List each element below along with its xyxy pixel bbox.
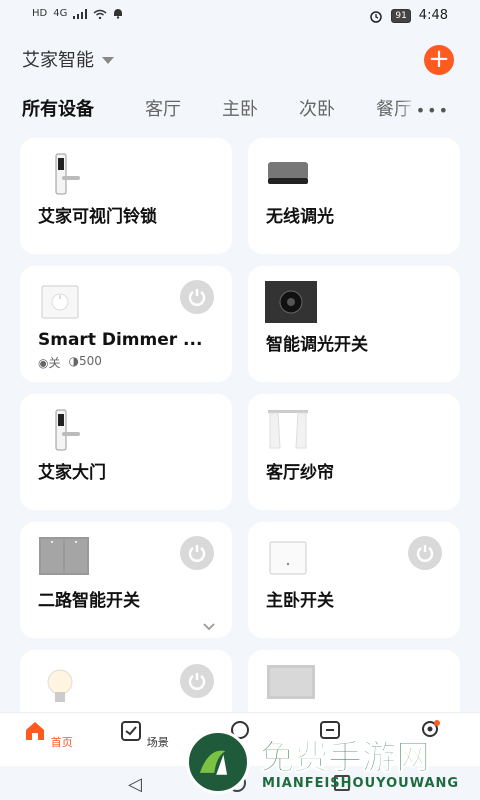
tab-scene-label: 场景 [146, 736, 169, 749]
device-name: 二路智能开关 [38, 591, 140, 611]
tab-second-bedroom[interactable]: 次卧 [299, 95, 335, 121]
status-bar: HD 4G 91 4:48 [0, 0, 480, 32]
dimmer-knob-icon [268, 162, 308, 184]
device-card[interactable]: 客厅纱帘 [248, 394, 460, 510]
device-name: Smart Dimmer ... [38, 330, 203, 350]
power-icon [188, 545, 206, 562]
chevron-down-icon[interactable] [202, 622, 216, 632]
bell-icon [114, 9, 123, 19]
device-card[interactable] [20, 650, 232, 712]
status-switch: ◉关 [38, 356, 61, 370]
power-icon [416, 545, 434, 562]
device-card[interactable]: Smart Dimmer ... ◉关 ◑500 [20, 266, 232, 382]
alarm-icon [370, 10, 383, 23]
device-grid: 艾家可视门铃锁 无线调光 Smart Dimmer ... ◉关 ◑500 智能… [0, 130, 480, 712]
curtain-icon [268, 410, 308, 449]
device-card[interactable]: 主卧开关 [248, 522, 460, 638]
status-brightness: ◑500 [68, 354, 102, 368]
clock: 4:48 [418, 8, 448, 23]
device-card[interactable]: 艾家可视门铃锁 [20, 138, 232, 254]
device-status: ◉关 ◑500 [38, 354, 102, 371]
tab-scene[interactable]: 场景 [114, 719, 174, 750]
device-card[interactable]: 无线调光 [248, 138, 460, 254]
more-tabs-button[interactable]: ••• [399, 101, 450, 120]
home-icon [26, 722, 45, 740]
tab-all-devices[interactable]: 所有设备 [22, 95, 94, 121]
power-icon [188, 289, 206, 306]
device-name: 无线调光 [266, 207, 334, 227]
status-left: HD 4G [32, 8, 123, 19]
device-name: 客厅纱帘 [266, 463, 334, 483]
device-name: 主卧开关 [266, 591, 334, 611]
signal-icon [73, 8, 88, 19]
device-name: 艾家可视门铃锁 [38, 207, 157, 227]
device-card[interactable]: 智能调光开关 [248, 266, 460, 382]
room-tabs: 所有设备 客厅 主卧 次卧 餐厅 ••• [0, 86, 480, 130]
tab-home[interactable]: 首页 [18, 719, 78, 750]
power-toggle[interactable] [180, 280, 214, 314]
device-card[interactable]: 艾家大门 [20, 394, 232, 510]
smart-dimmer-icon [41, 285, 79, 319]
status-right: 91 4:48 [369, 8, 448, 23]
network-indicator: 4G [53, 8, 68, 19]
device-name: 艾家大门 [38, 463, 106, 483]
hd-indicator: HD [32, 8, 48, 19]
home-title: 艾家智能 [22, 50, 94, 71]
caret-down-icon [102, 56, 114, 64]
tab-living-room[interactable]: 客厅 [145, 95, 181, 121]
bulb-icon [47, 669, 73, 702]
watermark-logo-icon [186, 730, 250, 794]
power-icon [188, 673, 206, 690]
wifi-icon [93, 9, 107, 19]
device-name: 智能调光开关 [266, 335, 368, 355]
watermark: 免费手游网 MIANFEISHOUYOUWANG [186, 728, 472, 800]
two-gang-switch-icon [39, 537, 89, 575]
door-lock-icon [55, 409, 80, 451]
power-toggle[interactable] [408, 536, 442, 570]
scene-icon [121, 721, 142, 741]
power-toggle[interactable] [180, 536, 214, 570]
add-device-button[interactable]: + [424, 45, 454, 75]
wall-switch-icon [269, 541, 307, 575]
home-selector[interactable]: 艾家智能 [22, 46, 114, 72]
app-bar: 艾家智能 + [0, 32, 480, 86]
watermark-text: 免费手游网 [260, 738, 431, 779]
dimmer-switch-icon [265, 281, 317, 323]
back-icon[interactable]: ◁ [128, 774, 142, 795]
device-card[interactable] [248, 650, 460, 712]
panel-icon [267, 665, 315, 699]
device-card[interactable]: 二路智能开关 [20, 522, 232, 638]
power-toggle[interactable] [180, 664, 214, 698]
watermark-subtext: MIANFEISHOUYOUWANG [262, 776, 460, 791]
battery-indicator: 91 [391, 8, 411, 23]
tab-home-label: 首页 [50, 736, 73, 749]
door-lock-icon [55, 153, 80, 195]
tab-master-bedroom[interactable]: 主卧 [222, 95, 258, 121]
